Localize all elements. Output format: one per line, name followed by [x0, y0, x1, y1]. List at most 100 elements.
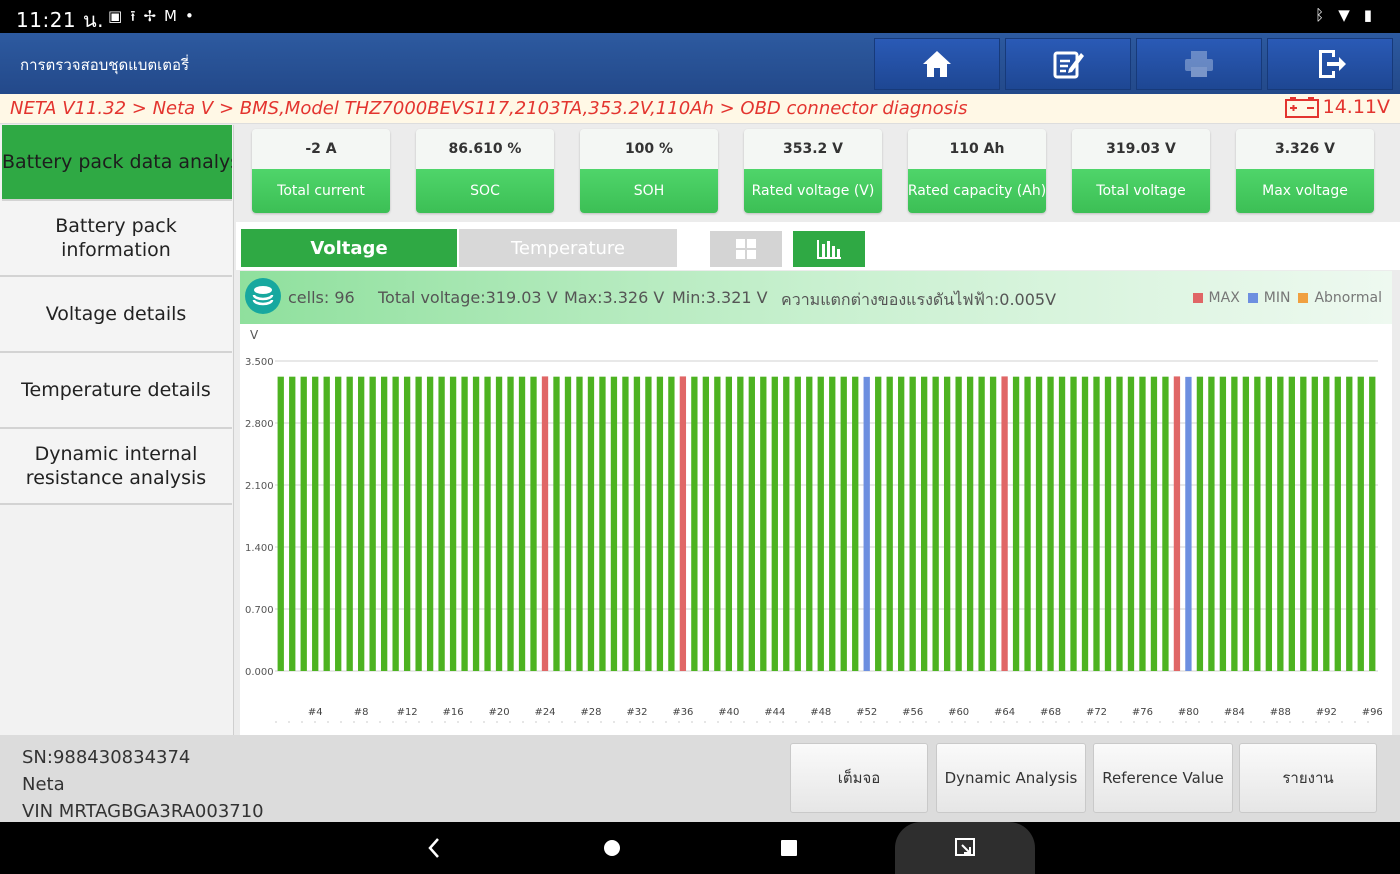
bar-cell-19 — [484, 376, 491, 671]
grid-view-button[interactable] — [710, 231, 782, 267]
card-value: 100 % — [580, 129, 718, 169]
bar-cell-30 — [610, 376, 618, 671]
bar-cell-80 — [1185, 376, 1192, 671]
tab-voltage[interactable]: Voltage — [241, 229, 457, 267]
bar-cell-21 — [507, 376, 514, 671]
bar-cell-71 — [1081, 376, 1089, 671]
x-tick-label: #88 — [1270, 707, 1291, 718]
bar-cell-88 — [1277, 376, 1284, 671]
bar-cell-31 — [622, 376, 629, 671]
card-value: 110 Ah — [908, 129, 1046, 169]
sidebar-item-battery-pack-data-analysis[interactable]: Battery pack data analysis — [2, 125, 232, 201]
legend-min: MIN — [1247, 290, 1290, 306]
bar-cell-29 — [599, 376, 606, 671]
screenshot-icon[interactable] — [953, 836, 977, 860]
battery-icon: ▮ — [1363, 6, 1386, 24]
view-tabs: Voltage Temperature — [236, 222, 1400, 270]
x-tick-label: #80 — [1178, 707, 1199, 718]
sidebar-item-voltage-details[interactable]: Voltage details — [0, 277, 232, 353]
bar-cell-11 — [392, 376, 399, 671]
bar-cell-91 — [1311, 376, 1318, 671]
bar-cell-57 — [921, 376, 928, 671]
bar-cell-94 — [1346, 376, 1353, 671]
back-icon[interactable] — [425, 836, 443, 860]
info-max-voltage: Max:3.326 V — [564, 288, 665, 307]
bluetooth-icon: ᛒ — [1315, 6, 1339, 24]
x-tick-label: #4 — [308, 707, 323, 718]
bar-cell-47 — [806, 376, 813, 671]
sidebar-item-label: Temperature details — [21, 379, 211, 401]
x-tick-label: #12 — [397, 707, 418, 718]
bar-cell-75 — [1127, 376, 1135, 671]
x-tick-label: #60 — [948, 707, 969, 718]
footer-panel: SN:988430834374 Neta VIN MRTAGBGA3RA0037… — [0, 735, 1400, 822]
x-tick-label: #68 — [1040, 707, 1061, 718]
fullscreen-button[interactable]: เต็มจอ — [790, 743, 928, 813]
bar-view-button[interactable] — [793, 231, 865, 267]
app-header: การตรวจสอบชุดแบตเตอรี่ — [0, 33, 1400, 94]
print-button[interactable] — [1136, 38, 1262, 90]
vehicle-brand: Neta — [22, 774, 65, 795]
y-tick-label: 2.100 — [245, 481, 274, 492]
bar-cell-63 — [989, 376, 997, 671]
bar-cell-35 — [668, 376, 675, 671]
metric-cards: -2 A Total current 86.610 % SOC 100 % SOH 3… — [236, 125, 1400, 221]
sidebar-item-label: Battery pack information — [55, 215, 177, 261]
reference-value-button[interactable]: Reference Value — [1093, 743, 1233, 813]
bar-cell-67 — [1035, 376, 1043, 671]
bar-cell-85 — [1242, 376, 1250, 671]
card-soc: 86.610 % SOC — [416, 129, 554, 213]
info-total-voltage: Total voltage:319.03 V — [378, 288, 558, 307]
bar-cell-16 — [449, 376, 457, 671]
x-tick-label: #84 — [1224, 707, 1245, 718]
bar-cell-77 — [1150, 376, 1158, 671]
bar-cell-15 — [438, 376, 445, 671]
recents-icon[interactable] — [778, 836, 800, 860]
bar-cell-4 — [312, 376, 319, 671]
gmail-icon: M — [164, 7, 185, 25]
card-label: SOH — [580, 169, 718, 213]
wifi-icon: ▼ — [1338, 6, 1364, 24]
bar-cell-37 — [691, 376, 698, 671]
home-nav-icon[interactable] — [601, 836, 623, 860]
bar-cell-68 — [1047, 376, 1054, 671]
sidebar-item-battery-pack-information[interactable]: Battery pack information — [0, 201, 232, 277]
bar-cell-17 — [461, 376, 468, 671]
bar-cell-55 — [898, 376, 905, 671]
chart-svg: V 0.000 0.700 1.400 2.100 2.800 3.500 #4 #8 #12 #1… — [245, 328, 1383, 723]
chart-legend: MAX MIN Abnormal — [1192, 290, 1382, 306]
card-value: 353.2 V — [744, 129, 882, 169]
bar-cell-87 — [1265, 376, 1273, 671]
edit-icon — [1053, 51, 1084, 79]
bar-cell-7 — [346, 376, 353, 671]
bar-cell-76 — [1139, 376, 1146, 671]
print-icon — [1185, 51, 1213, 77]
bar-cell-39 — [714, 376, 721, 671]
bar-cell-61 — [966, 376, 974, 671]
x-tick-label: #24 — [534, 707, 555, 718]
cell-summary-bar: cells: 96 Total voltage:319.03 V Max:3.3… — [240, 271, 1392, 324]
breadcrumb-path: NETA V11.32 > Neta V > BMS,Model THZ7000… — [10, 98, 968, 119]
bar-cell-28 — [587, 376, 595, 671]
bar-cell-38 — [702, 376, 710, 671]
card-value: -2 A — [252, 129, 390, 169]
dynamic-analysis-button[interactable]: Dynamic Analysis — [936, 743, 1086, 813]
exit-button[interactable] — [1267, 38, 1393, 90]
sidebar-item-temperature-details[interactable]: Temperature details — [0, 353, 232, 429]
device-info: SN:988430834374 Neta VIN MRTAGBGA3RA0037… — [22, 744, 264, 825]
bar-cell-27 — [576, 376, 583, 671]
card-total-current: -2 A Total current — [252, 129, 390, 213]
card-rated-voltage: 353.2 V Rated voltage (V) — [744, 129, 882, 213]
edit-button[interactable] — [1005, 38, 1131, 90]
bar-cell-34 — [656, 376, 664, 671]
card-label: Max voltage — [1236, 169, 1374, 213]
x-tick-label: #52 — [856, 707, 877, 718]
card-rated-capacity: 110 Ah Rated capacity (Ah) — [908, 129, 1046, 213]
tab-temperature[interactable]: Temperature — [459, 229, 677, 267]
bar-cell-50 — [840, 376, 847, 671]
sidebar-item-dynamic-internal-resistance[interactable]: Dynamic internal resistance analysis — [0, 429, 232, 505]
report-button[interactable]: รายงาน — [1239, 743, 1377, 813]
bar-cell-70 — [1070, 376, 1077, 671]
home-button[interactable] — [874, 38, 1000, 90]
legend-max: MAX — [1192, 290, 1240, 306]
